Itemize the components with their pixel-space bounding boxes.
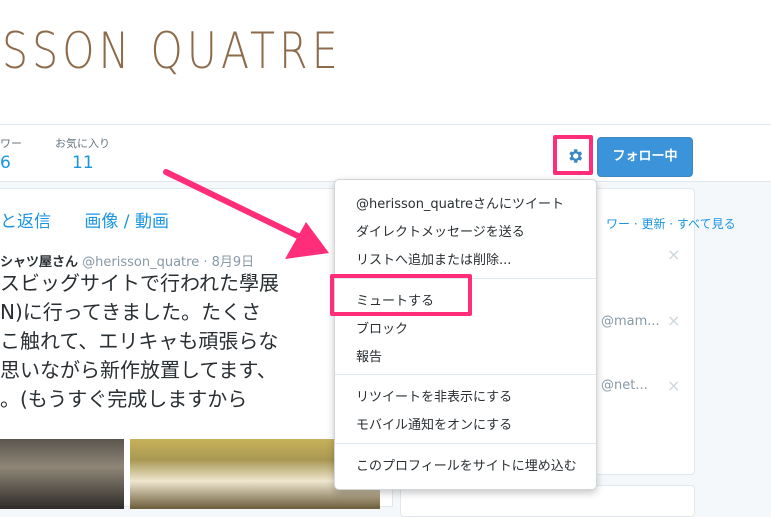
- annotation-arrow: [163, 169, 329, 259]
